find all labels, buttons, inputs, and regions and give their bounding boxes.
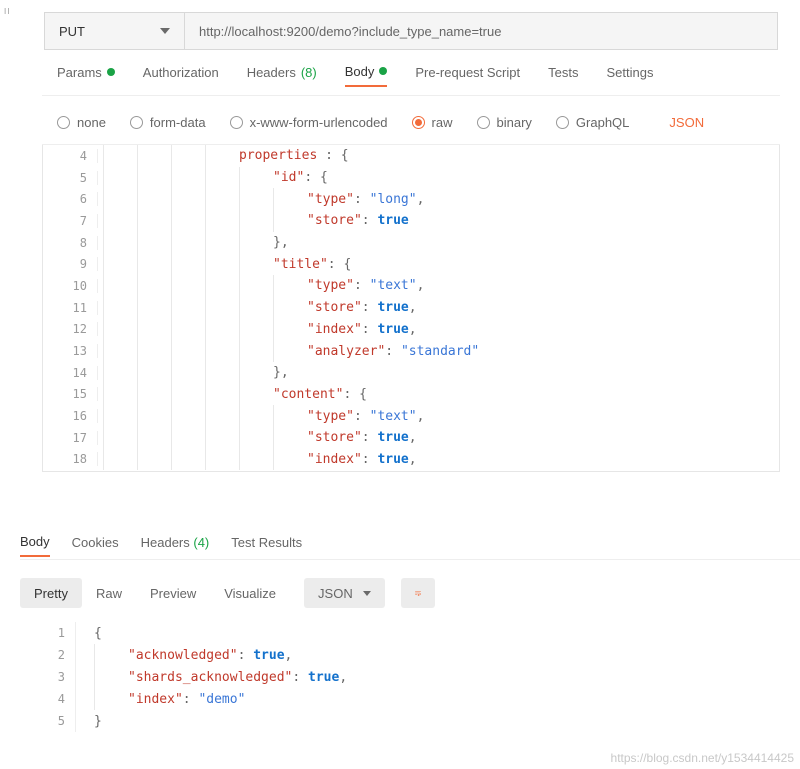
- line-number: 1: [20, 626, 75, 640]
- request-bar: PUT: [44, 12, 778, 50]
- tab-authorization[interactable]: Authorization: [143, 65, 219, 86]
- code-line[interactable]: 8},: [43, 232, 779, 254]
- line-number: 11: [43, 301, 98, 315]
- line-number: 18: [43, 452, 98, 466]
- line-number: 4: [20, 692, 75, 706]
- visualize-button[interactable]: Visualize: [210, 578, 290, 608]
- radio-icon: [230, 116, 243, 129]
- line-number: 12: [43, 322, 98, 336]
- line-number: 15: [43, 387, 98, 401]
- resp-tab-body[interactable]: Body: [20, 534, 50, 557]
- code-line[interactable]: 10"type": "text",: [43, 275, 779, 297]
- line-number: 3: [20, 670, 75, 684]
- line-number: 4: [43, 149, 98, 163]
- tab-tests[interactable]: Tests: [548, 65, 578, 86]
- line-number: 10: [43, 279, 98, 293]
- code-line[interactable]: 16"type": "text",: [43, 405, 779, 427]
- tab-prerequest[interactable]: Pre-request Script: [415, 65, 520, 86]
- line-number: 9: [43, 257, 98, 271]
- preview-button[interactable]: Preview: [136, 578, 210, 608]
- body-type-row: none form-data x-www-form-urlencoded raw…: [57, 110, 800, 134]
- url-input[interactable]: [185, 13, 777, 49]
- http-method-select[interactable]: PUT: [45, 13, 185, 49]
- code-line[interactable]: 3"shards_acknowledged": true,: [20, 666, 800, 688]
- line-number: 16: [43, 409, 98, 423]
- code-line[interactable]: 2"acknowledged": true,: [20, 644, 800, 666]
- line-number: 5: [43, 171, 98, 185]
- code-line[interactable]: 13"analyzer": "standard": [43, 340, 779, 362]
- request-tabs: Params Authorization Headers (8) Body Pr…: [57, 60, 800, 90]
- radio-form-data[interactable]: form-data: [130, 115, 206, 130]
- tab-params[interactable]: Params: [57, 65, 115, 86]
- response-panel: Body Cookies Headers (4) Test Results Pr…: [20, 531, 800, 732]
- code-line[interactable]: 5}: [20, 710, 800, 732]
- tab-body[interactable]: Body: [345, 64, 388, 87]
- toggle-wrap-button[interactable]: [401, 578, 435, 608]
- chevron-down-icon: [363, 591, 371, 596]
- line-number: 7: [43, 214, 98, 228]
- line-number: 8: [43, 236, 98, 250]
- wrap-text-icon: [415, 586, 421, 600]
- radio-none[interactable]: none: [57, 115, 106, 130]
- line-number: 2: [20, 648, 75, 662]
- resp-tab-headers[interactable]: Headers (4): [141, 535, 210, 556]
- radio-icon: [412, 116, 425, 129]
- code-line[interactable]: 12"index": true,: [43, 319, 779, 341]
- resp-format-select[interactable]: JSON: [304, 578, 385, 608]
- code-line[interactable]: 7"store": true: [43, 210, 779, 232]
- code-line[interactable]: 15"content": {: [43, 384, 779, 406]
- response-tabs: Body Cookies Headers (4) Test Results: [20, 531, 800, 559]
- line-number: 17: [43, 431, 98, 445]
- line-number: 13: [43, 344, 98, 358]
- http-method-label: PUT: [59, 24, 85, 39]
- code-line[interactable]: 5"id": {: [43, 167, 779, 189]
- radio-icon: [130, 116, 143, 129]
- code-line[interactable]: 18"index": true,: [43, 449, 779, 471]
- line-number: 14: [43, 366, 98, 380]
- tab-settings[interactable]: Settings: [606, 65, 653, 86]
- raw-button[interactable]: Raw: [82, 578, 136, 608]
- status-dot-icon: [107, 68, 115, 76]
- code-line[interactable]: 1{: [20, 622, 800, 644]
- code-line[interactable]: 4properties : {: [43, 145, 779, 167]
- code-line[interactable]: 9"title": {: [43, 253, 779, 275]
- response-body-editor[interactable]: 1{2"acknowledged": true,3"shards_acknowl…: [20, 622, 800, 732]
- radio-raw[interactable]: raw: [412, 115, 453, 130]
- radio-x-www-form-urlencoded[interactable]: x-www-form-urlencoded: [230, 115, 388, 130]
- radio-graphql[interactable]: GraphQL: [556, 115, 629, 130]
- status-dot-icon: [379, 67, 387, 75]
- radio-binary[interactable]: binary: [477, 115, 532, 130]
- code-line[interactable]: 17"store": true,: [43, 427, 779, 449]
- tab-headers[interactable]: Headers (8): [247, 65, 317, 86]
- watermark: https://blog.csdn.net/y1534414425: [611, 751, 794, 765]
- line-number: 6: [43, 192, 98, 206]
- response-controls: Pretty Raw Preview Visualize JSON: [20, 578, 800, 608]
- divider: [20, 559, 800, 560]
- code-line[interactable]: 4"index": "demo": [20, 688, 800, 710]
- code-line[interactable]: 11"store": true,: [43, 297, 779, 319]
- divider: [42, 95, 780, 96]
- radio-icon: [556, 116, 569, 129]
- request-body-editor[interactable]: 4properties : {5"id": {6"type": "long",7…: [42, 145, 780, 472]
- pretty-button[interactable]: Pretty: [20, 578, 82, 608]
- body-format-select[interactable]: JSON: [669, 115, 704, 130]
- line-number: 5: [20, 714, 75, 728]
- code-line[interactable]: 6"type": "long",: [43, 188, 779, 210]
- code-line[interactable]: 14},: [43, 362, 779, 384]
- window-edge-hint: II: [0, 0, 22, 33]
- resp-tab-test-results[interactable]: Test Results: [231, 535, 302, 556]
- radio-icon: [57, 116, 70, 129]
- chevron-down-icon: [160, 28, 170, 34]
- resp-tab-cookies[interactable]: Cookies: [72, 535, 119, 556]
- radio-icon: [477, 116, 490, 129]
